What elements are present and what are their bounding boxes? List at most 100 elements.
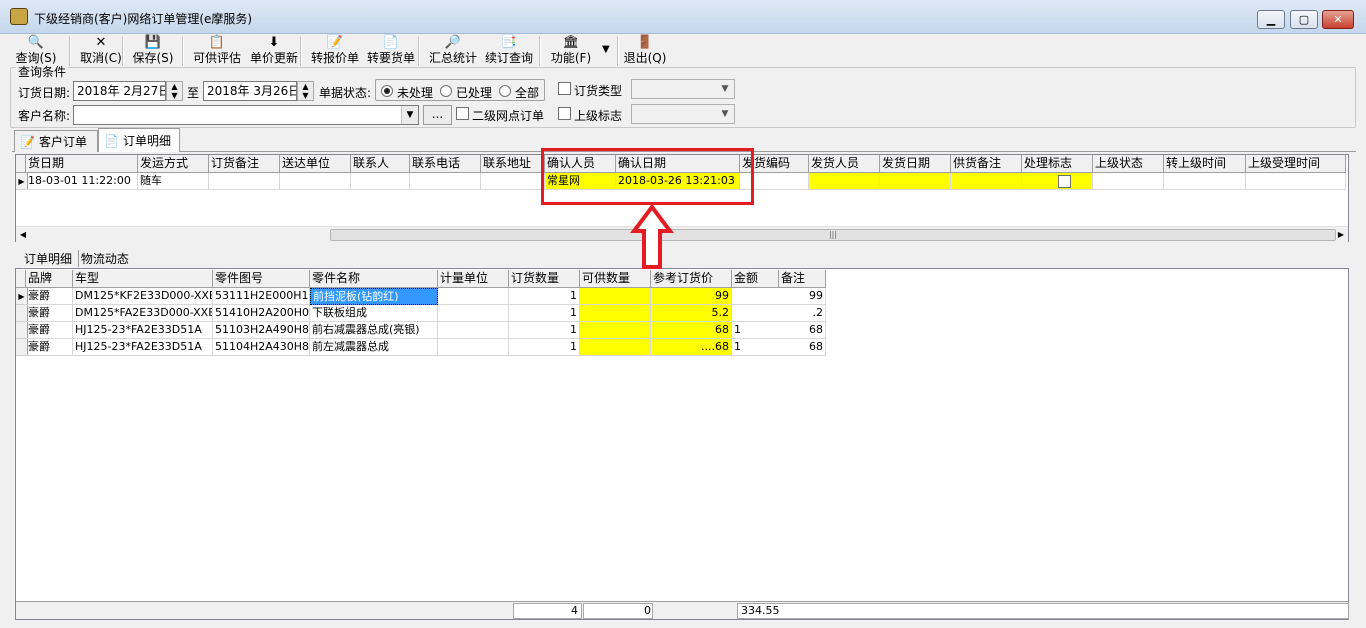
table-cell[interactable] [1164,173,1246,190]
reorder-toolbar-button[interactable]: 📑 续订查询 [483,34,535,68]
table-cell[interactable]: 下联板组成 [310,305,438,322]
tab-customer-orders[interactable]: 📝 客户订单 [14,130,98,152]
table-cell[interactable]: 1 [509,305,580,322]
table-cell[interactable] [209,173,280,190]
column-header[interactable]: 转上级时间 [1164,155,1246,173]
superior-flag-checkbox[interactable] [558,107,571,120]
quote-toolbar-button[interactable]: 📝 转报价单 [310,34,360,68]
table-cell[interactable]: 99 [651,288,732,305]
subtab-order-details[interactable]: 订单明细 [22,250,75,269]
minimize-button[interactable]: ▁ [1257,10,1285,29]
table-cell[interactable] [580,288,651,305]
column-header[interactable]: 可供数量 [580,270,651,288]
column-header[interactable]: 送达单位 [280,155,351,173]
table-cell[interactable] [438,322,509,339]
browse-button[interactable]: ... [423,105,452,125]
table-cell[interactable]: 随车 [138,173,209,190]
x-toolbar-button[interactable]: ✕ 取消(C) [80,34,122,68]
table-cell[interactable] [410,173,481,190]
evaluate-toolbar-button[interactable]: 📋 可供评估 [193,34,241,68]
column-header[interactable]: 上级状态 [1093,155,1164,173]
table-cell[interactable] [732,305,779,322]
table-cell[interactable] [351,173,410,190]
table-cell[interactable]: .2 [779,305,826,322]
table-cell[interactable] [580,322,651,339]
column-header[interactable]: 参考订货价 [651,270,732,288]
function-dropdown-icon[interactable]: ▼ [602,44,610,55]
table-cell[interactable]: 前左减震器总成 [310,339,438,356]
table-cell[interactable]: 68 [779,339,826,356]
column-header[interactable]: 金额 [732,270,779,288]
date-from-spinner[interactable]: ▲ ▼ [166,81,183,101]
table-cell[interactable]: HJ125-23*FA2E33D51A [73,339,213,356]
column-header[interactable]: 上级受理时间 [1246,155,1346,173]
column-header[interactable]: 零件图号 [213,270,310,288]
column-header[interactable]: 车型 [73,270,213,288]
date-to-spinner[interactable]: ▲ ▼ [297,81,314,101]
orders-hscrollbar[interactable]: ◀ ||| ▶ [16,226,1348,242]
table-cell[interactable]: 51104H2A430H801 [213,339,310,356]
table-cell[interactable]: 前挡泥板(钻韵红) [310,288,438,305]
column-header[interactable]: 订货数量 [509,270,580,288]
customer-select[interactable] [73,105,419,125]
table-cell[interactable]: 1 [509,339,580,356]
table-cell[interactable] [732,288,779,305]
scroll-left-icon[interactable]: ◀ [16,228,30,242]
table-cell[interactable]: 1 [509,288,580,305]
table-cell[interactable]: 豪爵 [26,339,73,356]
table-cell[interactable]: 5.2 [651,305,732,322]
maximize-button[interactable]: ▢ [1290,10,1318,29]
column-header[interactable]: 发货日期 [880,155,951,173]
table-cell[interactable]: 68 [779,322,826,339]
column-header[interactable]: 订货备注 [209,155,280,173]
table-cell[interactable] [280,173,351,190]
column-header[interactable]: 货日期 [26,155,138,173]
table-cell[interactable]: DM125*KF2E33D000-XXE61 [73,288,213,305]
subtab-logistics[interactable]: 物流动态 [77,250,131,267]
table-cell[interactable]: DM125*FA2E33D000-XXE [73,305,213,322]
status-radio-processed[interactable] [440,85,452,97]
table-cell[interactable]: 豪爵 [26,288,73,305]
customer-dropdown-button[interactable]: ▼ [401,106,418,124]
scroll-right-icon[interactable]: ▶ [1334,228,1348,242]
column-header[interactable]: 备注 [779,270,826,288]
column-header[interactable]: 零件名称 [310,270,438,288]
table-cell[interactable] [580,339,651,356]
order-type-select[interactable]: ▼ [631,79,735,99]
table-cell[interactable] [438,288,509,305]
table-cell[interactable]: 1 [509,322,580,339]
column-header[interactable]: 发运方式 [138,155,209,173]
column-header[interactable]: 计量单位 [438,270,509,288]
bank-toolbar-button[interactable]: 🏛 功能(F) [548,34,594,68]
column-header[interactable]: 联系地址 [481,155,545,173]
column-header[interactable]: 供货备注 [951,155,1022,173]
superior-flag-select[interactable]: ▼ [631,104,735,124]
table-cell[interactable] [951,173,1022,190]
tab-order-details[interactable]: 📄 订单明细 [98,128,180,152]
status-radio-unprocessed[interactable] [381,85,393,97]
table-cell[interactable] [438,305,509,322]
column-header[interactable]: 联系电话 [410,155,481,173]
table-cell[interactable] [438,339,509,356]
table-cell[interactable]: 18-03-01 11:22:00 [26,173,138,190]
date-from-field[interactable]: 2018年 2月27日 [73,81,166,101]
table-cell[interactable]: 53111H2E000H107 [213,288,310,305]
table-cell[interactable] [481,173,545,190]
close-button[interactable]: ✕ [1322,10,1354,29]
scroll-thumb[interactable]: ||| [330,229,1336,241]
table-cell[interactable] [580,305,651,322]
table-cell[interactable]: 豪爵 [26,305,73,322]
table-cell[interactable] [880,173,951,190]
stats-toolbar-button[interactable]: 🔎 汇总统计 [427,34,479,68]
order-toolbar-button[interactable]: 📄 转要货单 [365,34,417,68]
process-flag-checkbox[interactable] [1058,175,1071,188]
date-to-field[interactable]: 2018年 3月26日 [203,81,297,101]
exit-toolbar-button[interactable]: 🚪 退出(Q) [624,34,667,68]
order-type-checkbox[interactable] [558,82,571,95]
second-level-checkbox[interactable] [456,107,469,120]
table-cell[interactable]: ....68 [651,339,732,356]
table-cell[interactable]: 99 [779,288,826,305]
table-cell[interactable]: 前右减震器总成(亮银) [310,322,438,339]
table-cell[interactable]: 51103H2A490H801 [213,322,310,339]
status-radio-all[interactable] [499,85,511,97]
